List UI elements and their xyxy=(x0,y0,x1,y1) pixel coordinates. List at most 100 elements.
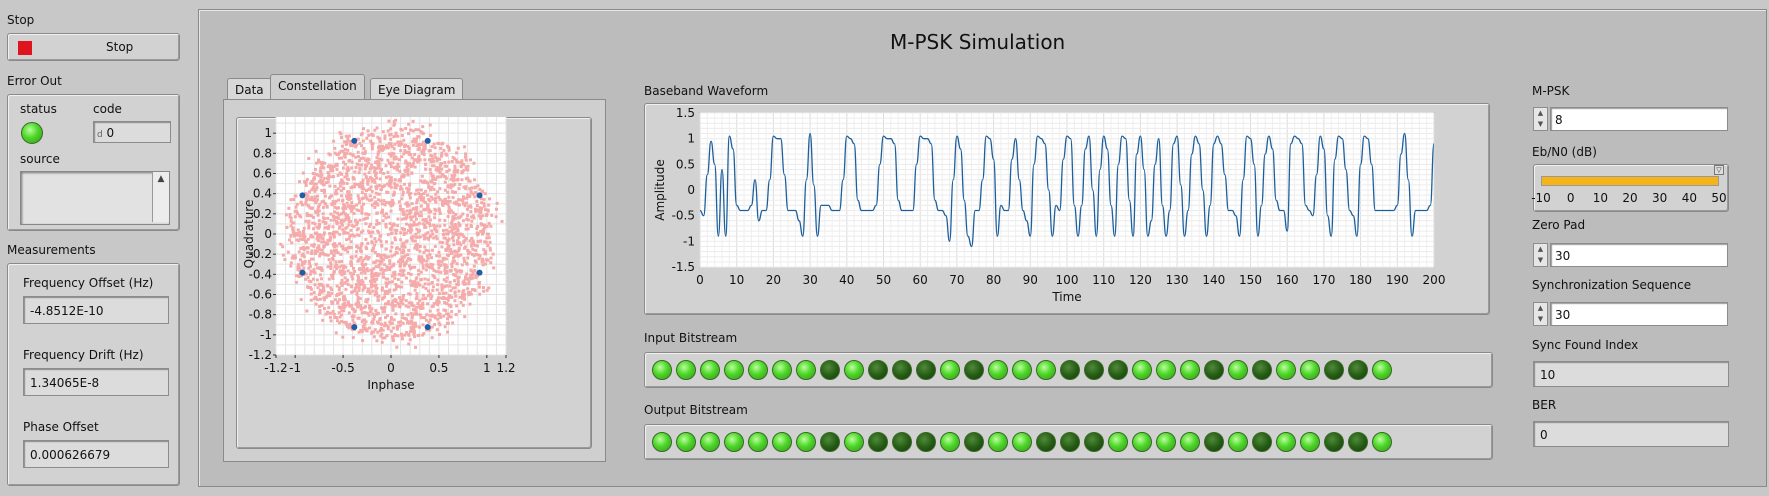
input-bitstream-array xyxy=(644,352,1493,388)
error-out-cluster: status code d 0 source ▲ xyxy=(7,94,180,231)
ebn0-slider-thumb[interactable]: ▽ xyxy=(1714,165,1724,175)
x-tick-label: 100 xyxy=(1056,273,1079,287)
error-out-label: Error Out xyxy=(7,74,62,88)
status-label: status xyxy=(20,102,57,116)
input-bit-led xyxy=(1132,360,1152,380)
stop-label: Stop xyxy=(7,13,35,27)
x-tick-label: 170 xyxy=(1312,273,1335,287)
scroll-up-icon[interactable]: ▲ xyxy=(153,172,169,186)
input-bit-led xyxy=(964,360,984,380)
input-bit-led xyxy=(724,360,744,380)
output-bit-led xyxy=(1372,432,1392,452)
x-axis-label: Time xyxy=(1051,290,1081,304)
source-field[interactable]: ▲ xyxy=(20,171,170,225)
input-bit-led xyxy=(1180,360,1200,380)
output-bit-led xyxy=(700,432,720,452)
increment-icon[interactable]: ▲ xyxy=(1534,244,1547,255)
sync-seq-input[interactable]: 30 xyxy=(1550,302,1728,326)
output-bit-led xyxy=(916,432,936,452)
zero-pad-label: Zero Pad xyxy=(1532,218,1586,232)
source-scrollbar[interactable]: ▲ xyxy=(152,172,169,222)
output-bit-led xyxy=(1060,432,1080,452)
x-tick-label: 60 xyxy=(913,273,928,287)
freq-offset-label: Frequency Offset (Hz) xyxy=(23,276,154,290)
y-tick-label: -1 xyxy=(683,234,695,248)
input-bit-led xyxy=(652,360,672,380)
output-bit-led xyxy=(988,432,1008,452)
output-bit-led xyxy=(1132,432,1152,452)
input-bit-led xyxy=(1156,360,1176,380)
x-tick-label: 0 xyxy=(387,361,395,375)
mpsk-input[interactable]: 8 xyxy=(1550,107,1728,131)
y-tick-label: 0.8 xyxy=(253,146,272,160)
status-led xyxy=(21,122,43,144)
output-bit-led xyxy=(820,432,840,452)
constellation-point-2 xyxy=(476,192,483,199)
input-bit-led xyxy=(676,360,696,380)
ebn0-tick-labels: -10 0 10 20 30 40 50 xyxy=(1531,188,1726,208)
input-bit-led xyxy=(1108,360,1128,380)
y-tick-label: -0.8 xyxy=(249,308,272,322)
code-indicator: d 0 xyxy=(93,121,171,143)
increment-icon[interactable]: ▲ xyxy=(1534,108,1547,119)
x-tick-label: 160 xyxy=(1276,273,1299,287)
constellation-point-5 xyxy=(299,269,306,276)
y-tick-label: 1 xyxy=(264,126,272,140)
decrement-icon[interactable]: ▼ xyxy=(1534,119,1547,130)
input-bit-led xyxy=(1084,360,1104,380)
x-tick-label: 130 xyxy=(1166,273,1189,287)
input-bit-led xyxy=(1372,360,1392,380)
decrement-icon[interactable]: ▼ xyxy=(1534,255,1547,266)
code-label: code xyxy=(93,102,122,116)
sync-seq-stepper[interactable]: ▲ ▼ xyxy=(1533,302,1548,326)
output-bit-led xyxy=(1276,432,1296,452)
output-bit-led xyxy=(868,432,888,452)
input-bit-led xyxy=(1324,360,1344,380)
ebn0-tick-label: 10 xyxy=(1592,191,1608,205)
x-tick-label: 0 xyxy=(696,273,704,287)
output-bit-led xyxy=(1348,432,1368,452)
input-bit-led xyxy=(892,360,912,380)
x-tick-label: 50 xyxy=(876,273,891,287)
y-axis-label: Amplitude xyxy=(653,159,667,221)
x-tick-label: 180 xyxy=(1349,273,1372,287)
ber-indicator: 0 xyxy=(1533,421,1729,447)
x-tick-label: 0.5 xyxy=(429,361,448,375)
ebn0-tick-label: 50 xyxy=(1711,191,1727,205)
x-tick-label: 190 xyxy=(1386,273,1409,287)
output-bit-led xyxy=(844,432,864,452)
zero-pad-stepper[interactable]: ▲ ▼ xyxy=(1533,243,1548,267)
increment-icon[interactable]: ▲ xyxy=(1534,303,1547,314)
input-bit-led xyxy=(700,360,720,380)
sync-found-label: Sync Found Index xyxy=(1532,338,1639,352)
ebn0-label: Eb/N0 (dB) xyxy=(1532,145,1597,159)
constellation-point-7 xyxy=(351,324,358,331)
tab-eye-diagram[interactable]: Eye Diagram xyxy=(370,78,464,100)
ebn0-tick-label: 0 xyxy=(1566,191,1575,205)
source-label: source xyxy=(20,152,60,166)
code-value: 0 xyxy=(106,126,115,140)
page-title: M-PSK Simulation xyxy=(890,30,1066,54)
y-tick-label: 1.2 xyxy=(253,117,272,120)
tab-data[interactable]: Data xyxy=(227,78,272,100)
output-bit-led xyxy=(964,432,984,452)
stop-button[interactable]: Stop xyxy=(7,33,180,61)
mpsk-stepper[interactable]: ▲ ▼ xyxy=(1533,107,1548,131)
sync-found-indicator: 10 xyxy=(1533,361,1729,387)
output-bit-led xyxy=(796,432,816,452)
decrement-icon[interactable]: ▼ xyxy=(1534,314,1547,325)
y-tick-label: -0.4 xyxy=(249,267,272,281)
x-axis-label: Inphase xyxy=(367,378,414,392)
x-tick-label: 20 xyxy=(766,273,781,287)
y-tick-label: -0.5 xyxy=(672,209,695,223)
constellation-point-6 xyxy=(424,324,431,331)
tab-constellation[interactable]: Constellation xyxy=(270,74,365,100)
ebn0-slider-track[interactable] xyxy=(1541,176,1719,186)
x-tick-label: 80 xyxy=(986,273,1001,287)
constellation-graph: 1.210.80.60.40.20-0.2-0.4-0.6-0.8-1-1.2-… xyxy=(242,117,516,392)
output-bit-led xyxy=(1324,432,1344,452)
ebn0-tick-label: 40 xyxy=(1681,191,1697,205)
ber-label: BER xyxy=(1532,398,1557,412)
ebn0-slider-fill xyxy=(1542,177,1718,185)
zero-pad-input[interactable]: 30 xyxy=(1550,243,1728,267)
